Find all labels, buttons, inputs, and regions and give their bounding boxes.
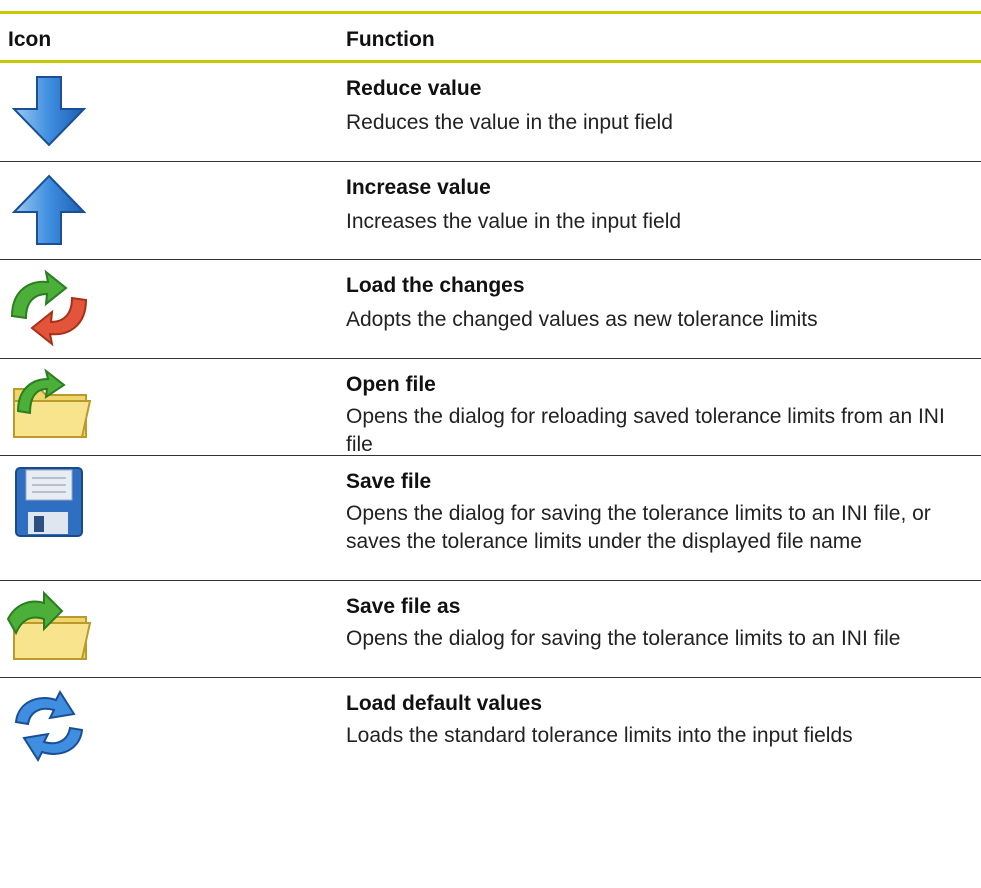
table-row: Load default values Loads the standard t… bbox=[0, 678, 981, 802]
table-row: Reduce value Reduces the value in the in… bbox=[0, 63, 981, 162]
table-row: Open file Opens the dialog for reloading… bbox=[0, 359, 981, 456]
arrow-down-icon bbox=[4, 73, 94, 149]
load-default-values-icon bbox=[4, 688, 94, 764]
save-file-as-icon bbox=[4, 589, 94, 665]
row-description: Loads the standard tolerance limits into… bbox=[346, 724, 853, 747]
table-row: Save file as Opens the dialog for saving… bbox=[0, 581, 981, 678]
row-description: Opens the dialog for saving the toleranc… bbox=[346, 627, 901, 650]
row-description: Adopts the changed values as new toleran… bbox=[346, 308, 818, 331]
row-title: Load default values bbox=[346, 692, 543, 715]
open-file-icon bbox=[4, 367, 94, 443]
table-row: Increase value Increases the value in th… bbox=[0, 162, 981, 260]
save-file-icon bbox=[4, 464, 94, 540]
icon-function-table: Icon Function Reduce value Reduces the v… bbox=[0, 11, 981, 802]
row-description: Opens the dialog for reloading saved tol… bbox=[346, 405, 945, 456]
load-changes-icon bbox=[4, 270, 94, 346]
row-description: Increases the value in the input field bbox=[346, 210, 682, 233]
row-title: Load the changes bbox=[346, 274, 525, 297]
function-column-header: Function bbox=[346, 28, 435, 51]
row-title: Save file as bbox=[346, 595, 461, 618]
row-title: Save file bbox=[346, 470, 432, 493]
table-row: Save file Opens the dialog for saving th… bbox=[0, 456, 981, 581]
icon-column-header: Icon bbox=[8, 28, 52, 51]
row-title: Open file bbox=[346, 373, 436, 396]
table-header: Icon Function bbox=[0, 14, 981, 63]
table-row: Load the changes Adopts the changed valu… bbox=[0, 260, 981, 359]
row-description: Opens the dialog for saving the toleranc… bbox=[346, 502, 931, 553]
row-title: Reduce value bbox=[346, 77, 482, 100]
row-title: Increase value bbox=[346, 176, 491, 199]
arrow-up-icon bbox=[4, 172, 94, 248]
row-description: Reduces the value in the input field bbox=[346, 111, 673, 134]
